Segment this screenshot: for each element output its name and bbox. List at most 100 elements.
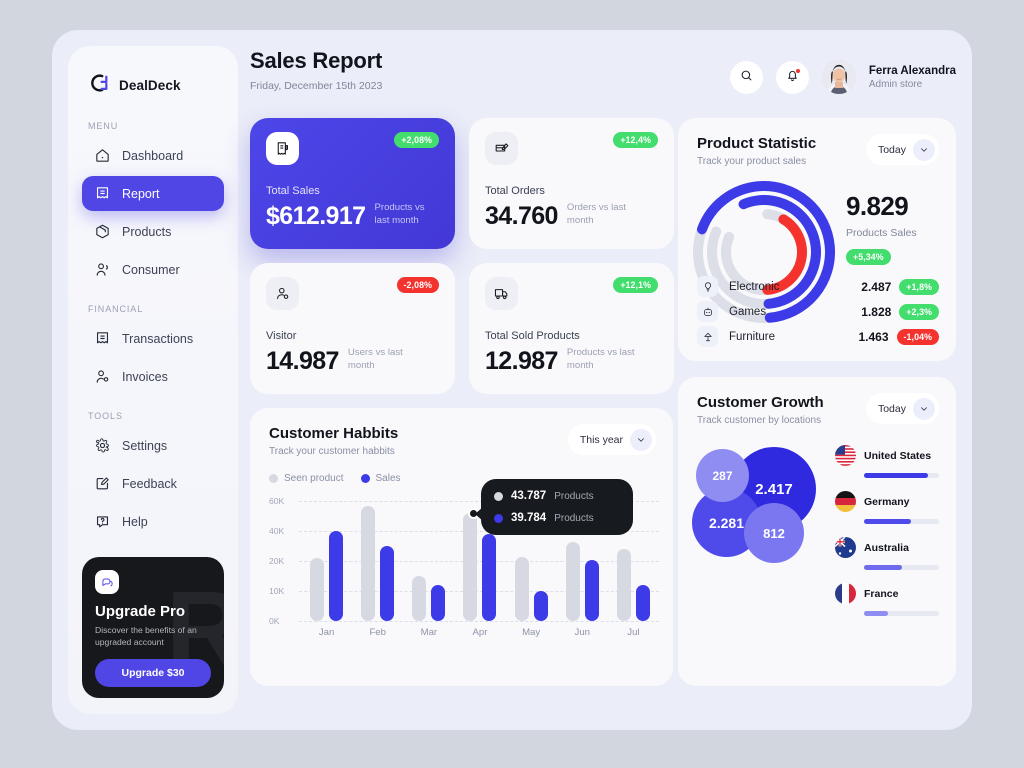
products-sales-value: 9.829 bbox=[846, 191, 909, 221]
stat-label: Total Sales bbox=[266, 185, 320, 197]
bar-group[interactable] bbox=[352, 501, 403, 621]
receipt-icon bbox=[94, 330, 111, 347]
stat-compare: Products vs last month bbox=[374, 202, 425, 226]
bar[interactable] bbox=[584, 559, 599, 621]
upgrade-title: Upgrade Pro bbox=[95, 603, 186, 620]
sidebar-item-label: Transactions bbox=[122, 331, 194, 346]
status-badge: -2,08% bbox=[396, 277, 439, 293]
list-item[interactable]: Germany bbox=[835, 491, 939, 524]
x-tick-label: May bbox=[522, 627, 541, 638]
sidebar-item-transactions[interactable]: Transactions bbox=[82, 321, 224, 356]
sidebar-item-settings[interactable]: Settings bbox=[82, 428, 224, 463]
tooltip-row: 39.784 Products bbox=[494, 512, 620, 524]
customer-growth-period-filter[interactable]: Today bbox=[865, 393, 939, 424]
bar-group[interactable] bbox=[403, 501, 454, 621]
stat-card-total-sold-products[interactable]: +12,1% Total Sold Products 12.987 Produc… bbox=[469, 263, 674, 394]
bar-group[interactable] bbox=[301, 501, 352, 621]
list-item[interactable]: Electronic 2.487 +1,8% bbox=[697, 274, 939, 299]
visitor-icon bbox=[266, 277, 299, 310]
stat-card-total-orders[interactable]: +12,4% Total Orders 34.760 Orders vs las… bbox=[469, 118, 674, 249]
user-info: Ferra Alexandra Admin store bbox=[869, 65, 956, 90]
search-icon bbox=[739, 68, 754, 86]
stat-top: +12,1% bbox=[485, 277, 658, 310]
report-icon bbox=[94, 185, 111, 202]
category-name: Furniture bbox=[729, 330, 776, 343]
product-category-list: Electronic 2.487 +1,8% Games 1.828 +2,3%… bbox=[697, 274, 939, 349]
sidebar-item-label: Dashboard bbox=[122, 148, 184, 163]
avatar[interactable] bbox=[821, 60, 856, 94]
y-tick-label: 10K bbox=[269, 586, 285, 596]
habits-period-filter[interactable]: This year bbox=[567, 424, 656, 455]
x-tick-label: Apr bbox=[472, 627, 488, 638]
filter-value: This year bbox=[579, 433, 623, 446]
users-icon bbox=[94, 261, 111, 278]
progress-track bbox=[864, 519, 939, 524]
stat-card-total-sales[interactable]: +2,08% Total Sales $612.917 Products vs … bbox=[250, 118, 455, 249]
product-statistic-period-filter[interactable]: Today bbox=[865, 134, 939, 165]
sidebar-item-help[interactable]: Help bbox=[82, 504, 224, 539]
bar[interactable] bbox=[514, 556, 529, 621]
gridline bbox=[299, 621, 659, 622]
status-badge: +5,34% bbox=[846, 249, 891, 265]
stat-card-visitor[interactable]: -2,08% Visitor 14.987 Users vs last mont… bbox=[250, 263, 455, 394]
notifications-button[interactable] bbox=[775, 60, 809, 94]
bar[interactable] bbox=[329, 531, 344, 621]
bar[interactable] bbox=[482, 534, 497, 621]
sidebar-item-consumer[interactable]: Consumer bbox=[82, 252, 224, 287]
list-item[interactable]: United States bbox=[835, 445, 939, 478]
y-tick-label: 60K bbox=[269, 496, 285, 506]
bar[interactable] bbox=[635, 585, 650, 621]
stat-value: $612.917 bbox=[266, 201, 366, 230]
bar[interactable] bbox=[533, 591, 548, 621]
growth-bubble[interactable]: 287 bbox=[696, 449, 749, 502]
legend-swatch bbox=[360, 474, 370, 483]
tooltip-unit: Products bbox=[554, 512, 594, 524]
bar[interactable] bbox=[431, 585, 446, 621]
tooltip-dot bbox=[494, 513, 503, 523]
sidebar-item-invoices[interactable]: Invoices bbox=[82, 359, 224, 394]
country-name: France bbox=[864, 587, 899, 600]
y-tick-label: 20K bbox=[269, 556, 285, 566]
sidebar-item-dashboard[interactable]: Dashboard bbox=[82, 138, 224, 173]
stat-value: 14.987 bbox=[266, 346, 339, 375]
progress-fill bbox=[864, 519, 911, 524]
list-item[interactable]: France bbox=[835, 583, 939, 616]
stat-row: 34.760 Orders vs last month bbox=[485, 202, 658, 229]
bar[interactable] bbox=[463, 513, 478, 621]
category-value: 2.487 bbox=[861, 279, 892, 294]
tooltip-unit: Products bbox=[554, 490, 594, 502]
progress-fill bbox=[864, 473, 928, 478]
sidebar-item-label: Report bbox=[122, 186, 160, 201]
country-head: Germany bbox=[835, 491, 939, 512]
category-name: Electronic bbox=[729, 280, 780, 293]
search-button[interactable] bbox=[729, 60, 763, 94]
sidebar-item-products[interactable]: Products bbox=[82, 214, 224, 249]
legend-item: Sales bbox=[360, 473, 401, 484]
stat-row: 14.987 Users vs last month bbox=[266, 347, 439, 374]
user-role: Admin store bbox=[868, 78, 923, 90]
nav-group-label-menu: MENU bbox=[88, 121, 119, 131]
stat-label: Visitor bbox=[266, 330, 297, 342]
list-item[interactable]: Australia bbox=[835, 537, 939, 570]
list-item[interactable]: Games 1.828 +2,3% bbox=[697, 299, 939, 324]
bar[interactable] bbox=[361, 505, 376, 621]
sidebar-item-feedback[interactable]: Feedback bbox=[82, 466, 224, 501]
list-item[interactable]: Furniture 1.463 -1,04% bbox=[697, 324, 939, 349]
stat-top: -2,08% bbox=[266, 277, 439, 310]
x-axis: Jan Feb Mar Apr May Jun Jul bbox=[301, 627, 659, 638]
category-value: 1.828 bbox=[861, 304, 892, 319]
tooltip-value: 43.787 bbox=[511, 490, 547, 502]
chevron-down-icon bbox=[630, 428, 652, 451]
x-tick-label: Jan bbox=[318, 627, 335, 638]
bar[interactable] bbox=[616, 549, 631, 621]
upgrade-pro-card: R Upgrade Pro Discover the benefits of a… bbox=[82, 557, 224, 698]
bar[interactable] bbox=[565, 541, 580, 621]
growth-bubble[interactable]: 812 bbox=[744, 503, 804, 563]
sidebar-item-report[interactable]: Report bbox=[82, 176, 224, 211]
upgrade-button[interactable]: Upgrade $30 bbox=[95, 658, 211, 687]
bar[interactable] bbox=[380, 546, 395, 621]
bar[interactable] bbox=[412, 576, 427, 621]
bar[interactable] bbox=[310, 558, 325, 621]
sidebar-item-label: Products bbox=[122, 224, 172, 239]
